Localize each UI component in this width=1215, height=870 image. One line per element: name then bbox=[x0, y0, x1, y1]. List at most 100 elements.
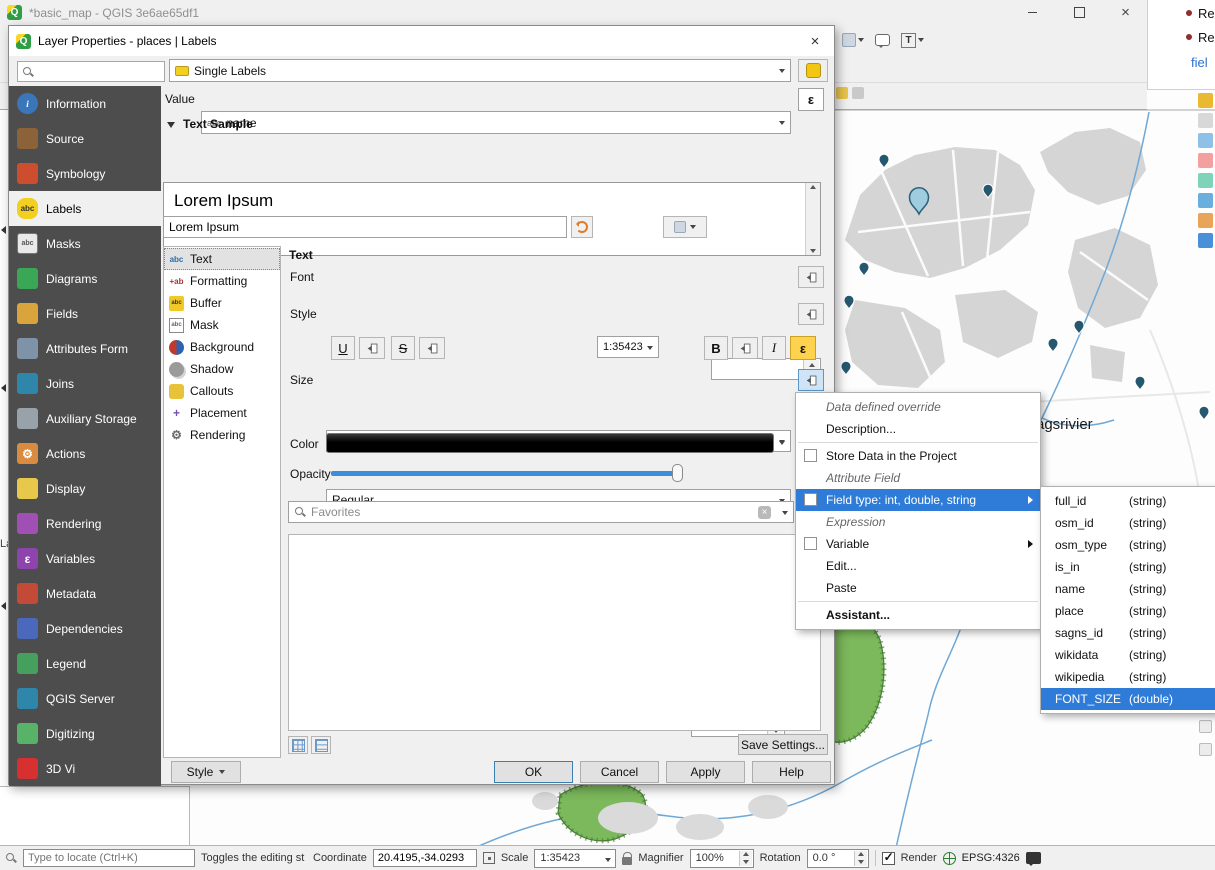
slider-handle[interactable] bbox=[672, 464, 683, 482]
panel-collapse-icon[interactable] bbox=[1, 384, 6, 392]
submenu-item-full-id[interactable]: full_id(string) bbox=[1041, 490, 1215, 512]
dock-tab-icon[interactable] bbox=[1198, 233, 1213, 248]
dock-tab-icon[interactable] bbox=[1198, 153, 1213, 168]
style-dd-button[interactable] bbox=[798, 303, 824, 325]
color-bar[interactable] bbox=[326, 433, 774, 453]
dock-tab-icon[interactable] bbox=[1198, 113, 1213, 128]
dock-tab-icon[interactable] bbox=[1198, 133, 1213, 148]
sidebar-item-variables[interactable]: Variables bbox=[9, 541, 161, 576]
list-view-button[interactable] bbox=[311, 736, 331, 754]
sidebar-item-labels[interactable]: Labels bbox=[9, 191, 161, 226]
tab-buffer[interactable]: Buffer bbox=[164, 292, 280, 314]
checkbox-icon[interactable] bbox=[804, 537, 817, 550]
sidebar-item-dependencies[interactable]: Dependencies bbox=[9, 611, 161, 646]
strikethrough-button[interactable]: S bbox=[391, 336, 415, 360]
menu-item-assistant[interactable]: Assistant... bbox=[796, 604, 1040, 626]
spinner-arrows[interactable] bbox=[854, 851, 867, 866]
submenu-item-font-size[interactable]: FONT_SIZE(double) bbox=[1041, 688, 1215, 710]
text-styles-area[interactable] bbox=[288, 534, 821, 731]
minimize-button[interactable] bbox=[1010, 0, 1055, 25]
maximize-button[interactable] bbox=[1057, 0, 1102, 25]
submenu-item-wikipedia[interactable]: wikipedia(string) bbox=[1041, 666, 1215, 688]
rotation-spinbox[interactable]: 0.0 ° bbox=[807, 849, 869, 868]
menu-item-store-data[interactable]: Store Data in the Project bbox=[796, 445, 1040, 467]
grid-view-button[interactable] bbox=[288, 736, 308, 754]
tab-shadow[interactable]: Shadow bbox=[164, 358, 280, 380]
sidebar-item-metadata[interactable]: Metadata bbox=[9, 576, 161, 611]
map-decoration-icon[interactable] bbox=[1199, 720, 1212, 733]
tab-callouts[interactable]: Callouts bbox=[164, 380, 280, 402]
font-dd-button[interactable] bbox=[798, 266, 824, 288]
labels-mode-combo[interactable]: Single Labels bbox=[169, 59, 791, 82]
tab-text[interactable]: Text bbox=[164, 248, 280, 270]
clear-icon[interactable] bbox=[758, 506, 771, 519]
menu-item-edit[interactable]: Edit... bbox=[796, 555, 1040, 577]
tab-background[interactable]: Background bbox=[164, 336, 280, 358]
text-annotation-button[interactable] bbox=[898, 28, 927, 52]
style-menu-button[interactable]: Style bbox=[171, 761, 241, 783]
submenu-item-place[interactable]: place(string) bbox=[1041, 600, 1215, 622]
submenu-item-sagns-id[interactable]: sagns_id(string) bbox=[1041, 622, 1215, 644]
sidebar-item-attributes-form[interactable]: Attributes Form bbox=[9, 331, 161, 366]
sample-reset-button[interactable] bbox=[571, 216, 593, 238]
sidebar-item-legend[interactable]: Legend bbox=[9, 646, 161, 681]
menu-item-paste[interactable]: Paste bbox=[796, 577, 1040, 599]
italic-expression-button[interactable]: ε bbox=[790, 336, 816, 360]
sidebar-item-rendering[interactable]: Rendering bbox=[9, 506, 161, 541]
apply-button[interactable]: Apply bbox=[666, 761, 745, 783]
strikethrough-dd-button[interactable] bbox=[419, 337, 445, 359]
sidebar-item-masks[interactable]: Masks bbox=[9, 226, 161, 261]
tab-formatting[interactable]: Formatting bbox=[164, 270, 280, 292]
dock-tab-icon[interactable] bbox=[1198, 93, 1213, 108]
annotation-bubble-button[interactable] bbox=[872, 28, 893, 52]
submenu-item-osm-id[interactable]: osm_id(string) bbox=[1041, 512, 1215, 534]
sample-text-input[interactable] bbox=[163, 216, 567, 238]
dock-tab-icon[interactable] bbox=[1198, 213, 1213, 228]
value-field-combo[interactable]: abc name bbox=[201, 111, 791, 134]
submenu-item-is-in[interactable]: is_in(string) bbox=[1041, 556, 1215, 578]
sidebar-item-digitizing[interactable]: Digitizing bbox=[9, 716, 161, 751]
color-dropdown-icon[interactable] bbox=[779, 441, 785, 445]
sample-scale-combo[interactable]: 1:35423 bbox=[597, 336, 659, 358]
extents-icon[interactable] bbox=[483, 852, 495, 864]
toolbar-icon[interactable] bbox=[836, 87, 848, 99]
crs-icon[interactable] bbox=[943, 852, 956, 865]
menu-item-description[interactable]: Description... bbox=[796, 418, 1040, 440]
map-decoration-icon[interactable] bbox=[1199, 743, 1212, 756]
sidebar-item-3d-view[interactable]: 3D Vi bbox=[9, 751, 161, 786]
sidebar-item-actions[interactable]: Actions bbox=[9, 436, 161, 471]
map-tips-button[interactable] bbox=[839, 28, 867, 52]
underline-dd-button[interactable] bbox=[359, 337, 385, 359]
sidebar-item-auxiliary-storage[interactable]: Auxiliary Storage bbox=[9, 401, 161, 436]
panel-collapse-icon[interactable] bbox=[1, 602, 6, 610]
panel-collapse-icon[interactable] bbox=[1, 226, 6, 234]
sidebar-item-diagrams[interactable]: Diagrams bbox=[9, 261, 161, 296]
checkbox-icon[interactable] bbox=[804, 493, 817, 506]
cancel-button[interactable]: Cancel bbox=[580, 761, 659, 783]
sidebar-item-source[interactable]: Source bbox=[9, 121, 161, 156]
spinner-arrows[interactable] bbox=[739, 851, 752, 866]
scale-combo[interactable]: 1:35423 bbox=[534, 849, 616, 868]
preview-scrollbar[interactable] bbox=[805, 183, 820, 255]
toolbar-icon[interactable] bbox=[852, 87, 864, 99]
bold-button[interactable]: B bbox=[704, 336, 728, 360]
italic-button[interactable]: I bbox=[762, 336, 786, 360]
sidebar-item-information[interactable]: Information bbox=[9, 86, 161, 121]
opacity-slider[interactable] bbox=[331, 463, 683, 483]
render-checkbox[interactable] bbox=[882, 852, 895, 865]
collapse-triangle-icon[interactable] bbox=[167, 122, 175, 128]
coordinate-input[interactable] bbox=[373, 849, 477, 867]
log-messages-icon[interactable] bbox=[1026, 852, 1041, 864]
tab-placement[interactable]: Placement bbox=[164, 402, 280, 424]
sidebar-item-fields[interactable]: Fields bbox=[9, 296, 161, 331]
submenu-item-osm-type[interactable]: osm_type(string) bbox=[1041, 534, 1215, 556]
magnifier-combo[interactable]: 100% bbox=[690, 849, 754, 868]
bold-dd-button[interactable] bbox=[732, 337, 758, 359]
dialog-search-box[interactable] bbox=[17, 61, 165, 82]
dialog-close-button[interactable] bbox=[798, 26, 832, 56]
sidebar-item-joins[interactable]: Joins bbox=[9, 366, 161, 401]
dock-tab-icon[interactable] bbox=[1198, 173, 1213, 188]
expression-builder-button[interactable]: ε bbox=[798, 88, 824, 111]
save-settings-button[interactable]: Save Settings... bbox=[738, 734, 828, 755]
preview-background-button[interactable] bbox=[663, 216, 707, 238]
